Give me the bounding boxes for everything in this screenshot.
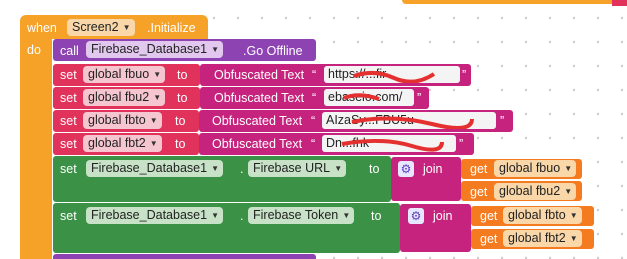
component-label: Firebase_Database1 bbox=[91, 208, 208, 222]
dropdown-arrow-icon: ▼ bbox=[153, 93, 162, 102]
get-variable-dropdown-fbu2[interactable]: global fbu2 ▼ bbox=[494, 183, 577, 200]
quote-open: “ bbox=[311, 137, 316, 151]
join-label: join bbox=[433, 209, 453, 223]
obfuscated-text-label: Obfuscated Text bbox=[212, 137, 303, 151]
to-label: to bbox=[177, 91, 188, 105]
when-label: when bbox=[27, 21, 57, 35]
set-label: set bbox=[60, 114, 77, 128]
get-variable-dropdown-fbto[interactable]: global fbto ▼ bbox=[503, 207, 582, 224]
get-variable-label: global fbuo bbox=[499, 161, 561, 175]
call-component-dropdown[interactable]: Firebase_Database1 ▼ bbox=[86, 41, 224, 58]
method-label: .Go Offline bbox=[243, 44, 303, 58]
partial-call-block-bottom[interactable] bbox=[53, 254, 316, 259]
obfuscated-text-field-3[interactable]: AIzaSy...FBU5u bbox=[322, 112, 496, 129]
join-label: join bbox=[423, 162, 443, 176]
get-variable-dropdown-fbt2[interactable]: global fbt2 ▼ bbox=[503, 230, 582, 247]
dropdown-arrow-icon: ▼ bbox=[564, 164, 573, 173]
gear-icon[interactable]: ⚙ bbox=[408, 208, 424, 224]
redaction-scribble bbox=[343, 93, 380, 101]
gear-icon[interactable]: ⚙ bbox=[398, 161, 414, 177]
dropdown-arrow-icon: ▼ bbox=[334, 164, 343, 173]
to-label: to bbox=[177, 68, 188, 82]
property-label: Firebase URL bbox=[253, 161, 331, 175]
redaction-scribble bbox=[351, 116, 474, 129]
get-variable-dropdown-fbuo[interactable]: global fbuo ▼ bbox=[494, 160, 577, 177]
do-label: do bbox=[27, 43, 41, 57]
dropdown-arrow-icon: ▼ bbox=[569, 234, 578, 243]
obfuscated-text-field-4[interactable]: Dn...fhk bbox=[322, 135, 456, 152]
obfuscated-text-label: Obfuscated Text bbox=[214, 68, 305, 82]
dropdown-arrow-icon: ▼ bbox=[211, 45, 220, 54]
get-label: get bbox=[480, 209, 498, 223]
event-label: .Initialize bbox=[147, 21, 196, 35]
dropdown-arrow-icon: ▼ bbox=[149, 116, 158, 125]
variable-label: global fbto bbox=[88, 113, 146, 127]
set-label: set bbox=[60, 162, 77, 176]
property-label: Firebase Token bbox=[253, 208, 339, 222]
variable-label: global fbuo bbox=[88, 67, 150, 81]
dropdown-arrow-icon: ▼ bbox=[564, 187, 573, 196]
call-label: call bbox=[60, 44, 79, 58]
obfuscated-text-field-1[interactable]: https://...fir bbox=[324, 66, 460, 83]
quote-open: “ bbox=[311, 114, 316, 128]
when-event-body bbox=[20, 38, 52, 259]
partial-block-top-right-tab bbox=[612, 0, 627, 6]
set-label: set bbox=[60, 137, 77, 151]
get-variable-label: global fbu2 bbox=[499, 184, 561, 198]
component-label: Firebase_Database1 bbox=[91, 161, 208, 175]
set-label: set bbox=[60, 68, 77, 82]
variable-dropdown-fbt2[interactable]: global fbt2 ▼ bbox=[83, 135, 162, 152]
screen-dropdown[interactable]: Screen2 ▼ bbox=[67, 19, 135, 36]
to-label: to bbox=[369, 162, 380, 176]
quote-close: ” bbox=[500, 114, 505, 128]
obfuscated-text-label: Obfuscated Text bbox=[214, 91, 305, 105]
property-dropdown-url[interactable]: Firebase URL ▼ bbox=[248, 160, 347, 177]
partial-block-top-right[interactable] bbox=[402, 0, 627, 4]
dropdown-arrow-icon: ▼ bbox=[211, 164, 220, 173]
variable-dropdown-fbuo[interactable]: global fbuo ▼ bbox=[83, 66, 166, 83]
get-label: get bbox=[470, 185, 488, 199]
dropdown-arrow-icon: ▼ bbox=[153, 70, 162, 79]
quote-open: “ bbox=[312, 91, 317, 105]
variable-label: global fbt2 bbox=[88, 136, 146, 150]
dropdown-arrow-icon: ▼ bbox=[122, 23, 131, 32]
redaction-scribble bbox=[353, 71, 436, 83]
get-label: get bbox=[480, 232, 498, 246]
set-label: set bbox=[60, 209, 77, 223]
dropdown-arrow-icon: ▼ bbox=[149, 139, 158, 148]
quote-open: “ bbox=[312, 68, 317, 82]
variable-dropdown-fbto[interactable]: global fbto ▼ bbox=[83, 112, 162, 129]
component-dropdown-url[interactable]: Firebase_Database1 ▼ bbox=[86, 160, 224, 177]
component-dropdown-token[interactable]: Firebase_Database1 ▼ bbox=[86, 207, 224, 224]
call-component-label: Firebase_Database1 bbox=[91, 42, 208, 56]
obfuscated-text-field-2[interactable]: ebaseio.com/ bbox=[324, 89, 414, 106]
to-label: to bbox=[175, 114, 186, 128]
obfuscated-text-label: Obfuscated Text bbox=[212, 114, 303, 128]
quote-close: ” bbox=[462, 68, 467, 82]
get-label: get bbox=[470, 162, 488, 176]
dropdown-arrow-icon: ▼ bbox=[342, 211, 351, 220]
property-dropdown-token[interactable]: Firebase Token ▼ bbox=[248, 207, 355, 224]
redaction-scribble bbox=[341, 138, 444, 152]
quote-close: ” bbox=[417, 91, 422, 105]
get-variable-label: global fbto bbox=[508, 208, 566, 222]
set-label: set bbox=[60, 91, 77, 105]
variable-label: global fbu2 bbox=[88, 90, 150, 104]
dropdown-arrow-icon: ▼ bbox=[569, 211, 578, 220]
to-label: to bbox=[371, 209, 382, 223]
quote-close: ” bbox=[459, 137, 464, 151]
dropdown-arrow-icon: ▼ bbox=[211, 211, 220, 220]
get-variable-label: global fbt2 bbox=[508, 231, 566, 245]
screen-dropdown-label: Screen2 bbox=[72, 20, 119, 34]
dot-separator: . bbox=[240, 162, 244, 176]
to-label: to bbox=[175, 137, 186, 151]
variable-dropdown-fbu2[interactable]: global fbu2 ▼ bbox=[83, 89, 166, 106]
dot-separator: . bbox=[240, 209, 244, 223]
